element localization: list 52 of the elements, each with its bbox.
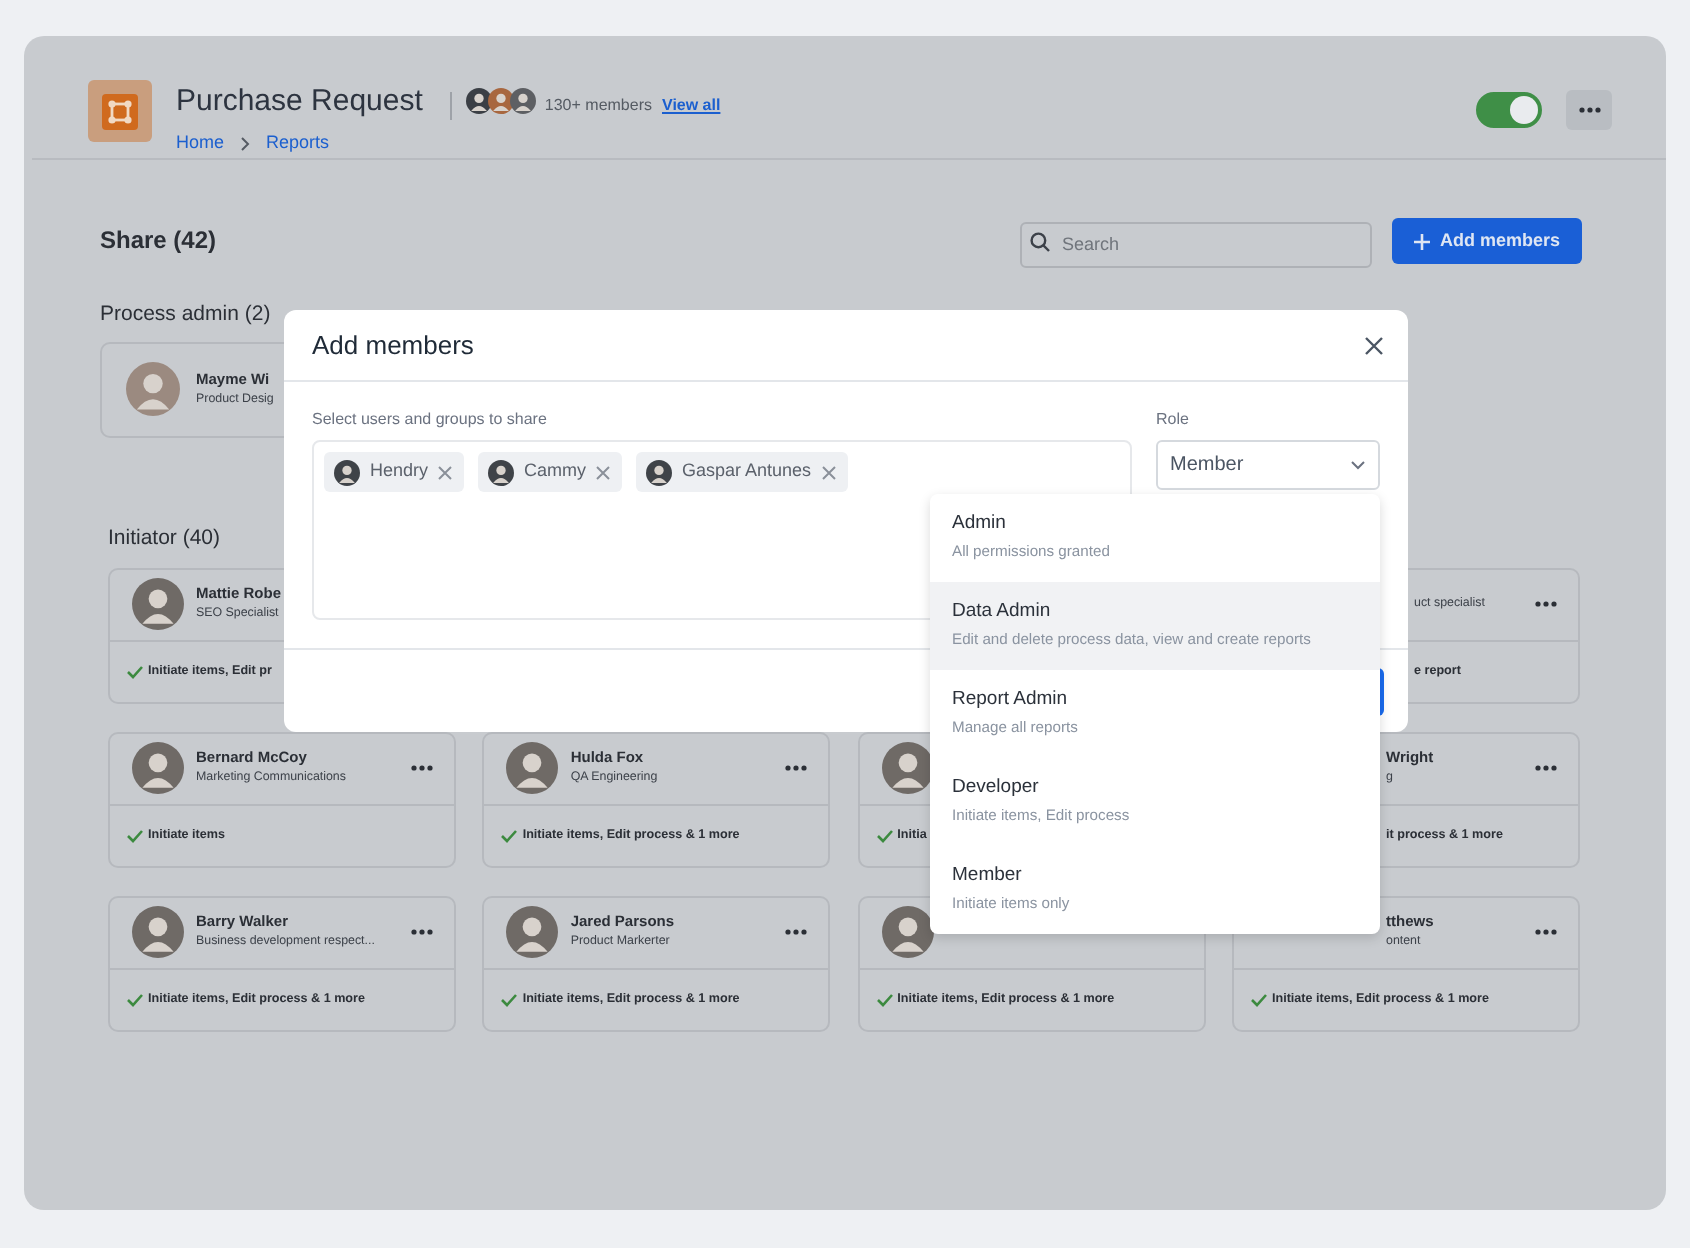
section-title: Process admin (2) (100, 300, 271, 330)
section-title: Share (42) (100, 226, 219, 256)
select-value: Member (1170, 452, 1244, 480)
more-icon[interactable] (784, 928, 809, 936)
option-title: Report Admin (952, 688, 1070, 712)
user-chip[interactable]: Gaspar Antunes (636, 452, 848, 492)
add-members-button[interactable]: Add members (1392, 218, 1582, 264)
option-title: Data Admin (952, 600, 1053, 624)
user-name: Cammy (524, 458, 587, 485)
avatar (488, 459, 515, 485)
option-title: Admin (952, 512, 1008, 536)
close-icon[interactable] (596, 465, 611, 479)
members-count: 130+ members (544, 94, 652, 118)
avatar (510, 88, 537, 114)
more-button[interactable] (1566, 90, 1612, 130)
page-title: Purchase Request (176, 84, 423, 120)
more-icon[interactable] (410, 928, 434, 936)
search-icon (1030, 232, 1050, 252)
close-icon[interactable] (438, 465, 453, 479)
field-label: Select users and groups to share (312, 410, 549, 430)
more-icon[interactable] (410, 764, 434, 772)
user-name: Hendry (370, 458, 429, 485)
field-label: Role (1156, 410, 1191, 430)
avatar (466, 88, 493, 114)
modal-title: Add members (312, 329, 476, 361)
nodes-icon (102, 93, 138, 129)
plus-icon (1413, 233, 1430, 249)
avatar (646, 459, 673, 485)
user-chip[interactable]: Cammy (478, 452, 623, 492)
close-icon[interactable] (821, 465, 836, 479)
breadcrumb-link[interactable]: Reports (266, 130, 330, 157)
avatar (334, 459, 360, 485)
option-title: Developer (952, 776, 1041, 800)
avatar (488, 88, 515, 114)
section-title: Initiator (40) (108, 523, 221, 554)
more-icon[interactable] (784, 764, 809, 772)
search-field[interactable]: Search (1020, 221, 1372, 267)
more-icon[interactable] (1534, 600, 1558, 608)
option-title: Member (952, 864, 1024, 888)
breadcrumb-link[interactable]: Home (176, 130, 225, 157)
chevron-icon (240, 135, 251, 152)
user-name: Gaspar Antunes (682, 458, 812, 485)
toggle-switch[interactable] (1476, 92, 1542, 128)
chevron-down-icon (1350, 460, 1366, 470)
more-icon (1577, 106, 1601, 114)
close-icon (1364, 335, 1384, 355)
more-icon[interactable] (1533, 764, 1558, 772)
more-icon[interactable] (1533, 928, 1558, 936)
close-button[interactable] (1364, 335, 1384, 355)
user-chip[interactable]: Hendry (324, 452, 465, 492)
role-select[interactable]: Member (1156, 440, 1380, 490)
view-all-link[interactable]: View all (662, 94, 721, 118)
